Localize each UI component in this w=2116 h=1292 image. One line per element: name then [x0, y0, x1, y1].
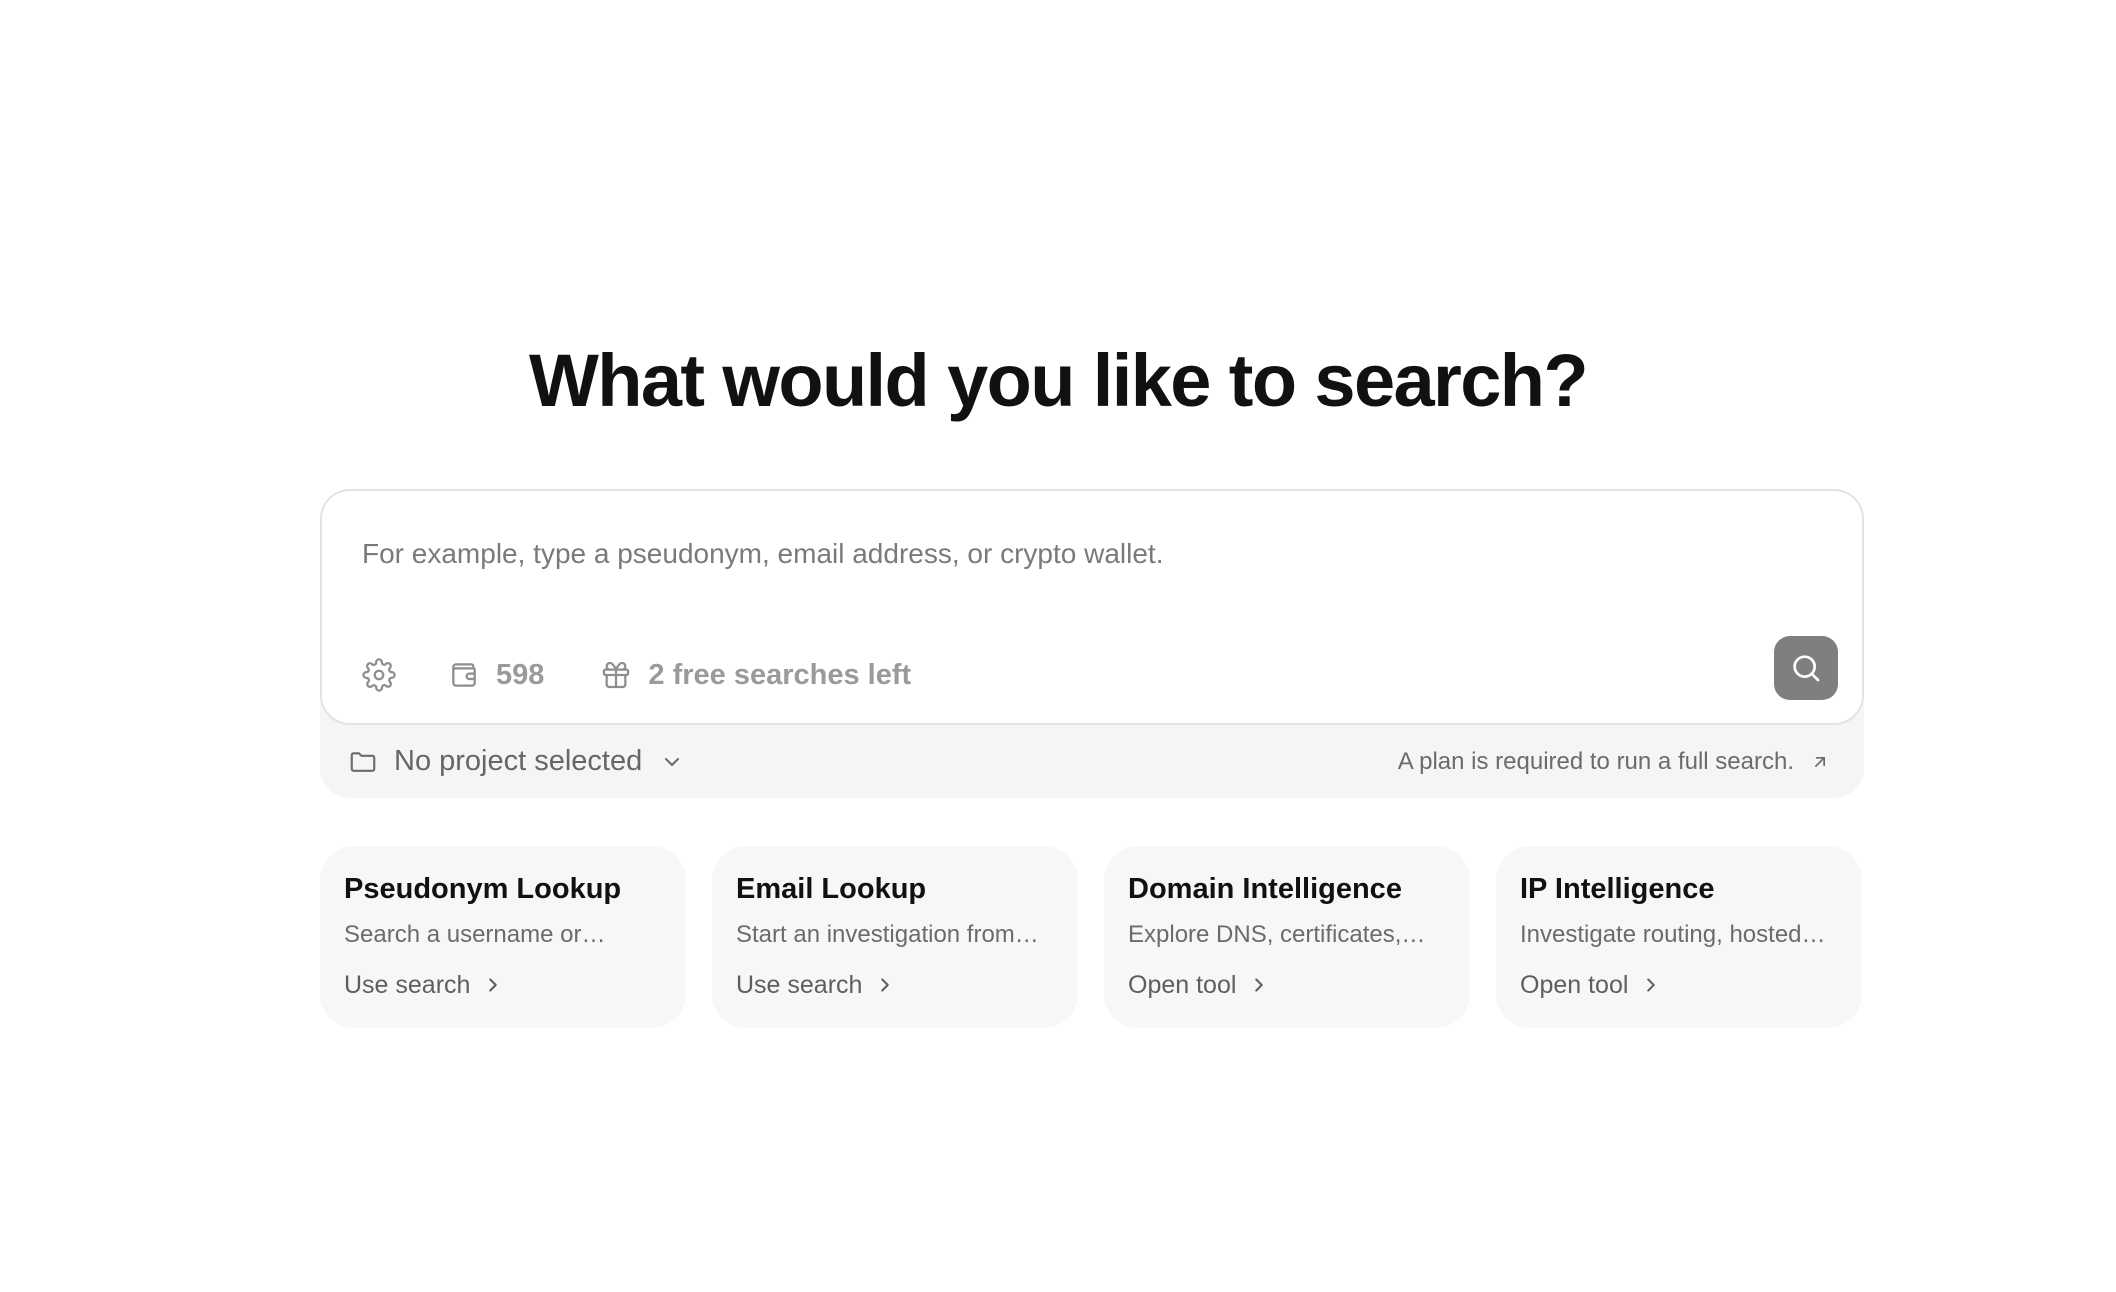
gift-icon	[603, 661, 630, 689]
card-action[interactable]: Open tool	[1520, 968, 1838, 1002]
arrow-up-right-icon	[1815, 756, 1825, 767]
card-action-label: Open tool	[1128, 971, 1237, 999]
card-ip-intelligence[interactable]: IP Intelligence Investigate routing, hos…	[1496, 846, 1862, 1028]
chevron-right-icon	[489, 978, 498, 992]
settings-gear-icon[interactable]	[362, 658, 396, 692]
card-domain-intelligence[interactable]: Domain Intelligence Explore DNS, certifi…	[1104, 846, 1470, 1028]
credits-indicator: 598	[448, 659, 544, 692]
card-title: Domain Intelligence	[1128, 873, 1402, 905]
card-action[interactable]: Use search	[736, 968, 1054, 1002]
card-email-lookup[interactable]: Email Lookup Start an investigation from…	[712, 846, 1078, 1028]
card-action-label: Open tool	[1520, 971, 1629, 999]
project-dropdown-label: No project selected	[394, 745, 643, 777]
card-pseudonym-lookup[interactable]: Pseudonym Lookup Search a username or… U…	[320, 846, 686, 1028]
folder-icon	[350, 751, 376, 772]
plan-required-text: A plan is required to run a full search.	[1397, 747, 1794, 775]
search-footer: No project selected A plan is required t…	[348, 725, 1836, 798]
plan-required-link[interactable]: A plan is required to run a full search.	[1398, 748, 1830, 776]
search-button[interactable]	[1774, 636, 1838, 700]
card-title: Pseudonym Lookup	[344, 873, 622, 905]
search-input[interactable]	[362, 529, 1782, 579]
search-tools-row: 598 2 free searches left	[362, 649, 911, 701]
card-title: IP Intelligence	[1520, 873, 1715, 905]
chevron-right-icon	[881, 978, 890, 992]
card-description: Search a username or…	[344, 921, 606, 948]
project-dropdown[interactable]: No project selected	[348, 745, 684, 778]
card-description: Explore DNS, certificates,…	[1128, 921, 1426, 948]
free-searches-indicator: 2 free searches left	[600, 659, 911, 692]
tool-cards: Pseudonym Lookup Search a username or… U…	[320, 846, 1864, 1028]
search-panel: 598 2 free searches left	[320, 489, 1864, 798]
card-title: Email Lookup	[736, 873, 927, 905]
chevron-down-icon	[665, 757, 680, 766]
chevron-right-icon	[1647, 978, 1656, 992]
free-searches-label: 2 free searches left	[648, 658, 912, 691]
search-icon	[1793, 655, 1820, 682]
chevron-right-icon	[1255, 978, 1264, 992]
page-title: What would you like to search?	[528, 339, 1589, 422]
card-action[interactable]: Use search	[344, 968, 662, 1002]
card-action-label: Use search	[736, 971, 863, 999]
card-description: Investigate routing, hosted…	[1520, 921, 1826, 948]
credits-count: 598	[496, 658, 545, 691]
search-page: What would you like to search? For examp…	[0, 0, 2116, 1292]
card-action-label: Use search	[344, 971, 471, 999]
card-description: Start an investigation from…	[736, 921, 1039, 948]
wallet-icon	[452, 663, 476, 687]
card-action[interactable]: Open tool	[1128, 968, 1446, 1002]
search-box: 598 2 free searches left	[320, 489, 1864, 725]
